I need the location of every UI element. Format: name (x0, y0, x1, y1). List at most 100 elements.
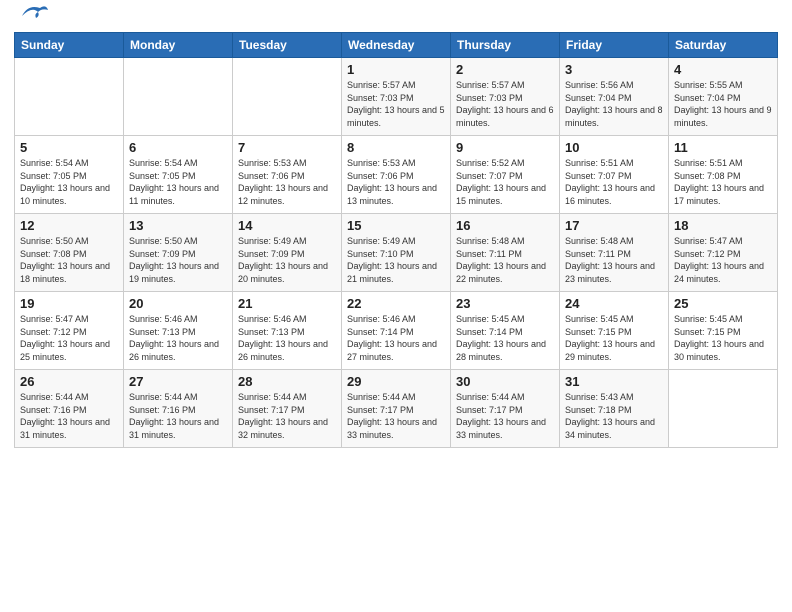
day-cell-7: 7 Sunrise: 5:53 AMSunset: 7:06 PMDaylight… (233, 136, 342, 214)
day-number: 21 (238, 296, 336, 311)
day-info: Sunrise: 5:47 AMSunset: 7:12 PMDaylight:… (674, 235, 772, 285)
day-info: Sunrise: 5:45 AMSunset: 7:15 PMDaylight:… (674, 313, 772, 363)
empty-cell (669, 370, 778, 448)
weekday-header-tuesday: Tuesday (233, 33, 342, 58)
day-cell-22: 22 Sunrise: 5:46 AMSunset: 7:14 PMDayligh… (342, 292, 451, 370)
day-info: Sunrise: 5:54 AMSunset: 7:05 PMDaylight:… (129, 157, 227, 207)
day-number: 17 (565, 218, 663, 233)
day-number: 27 (129, 374, 227, 389)
day-number: 31 (565, 374, 663, 389)
weekday-header-row: SundayMondayTuesdayWednesdayThursdayFrid… (15, 33, 778, 58)
day-info: Sunrise: 5:54 AMSunset: 7:05 PMDaylight:… (20, 157, 118, 207)
day-cell-13: 13 Sunrise: 5:50 AMSunset: 7:09 PMDayligh… (124, 214, 233, 292)
day-cell-31: 31 Sunrise: 5:43 AMSunset: 7:18 PMDayligh… (560, 370, 669, 448)
day-number: 16 (456, 218, 554, 233)
day-cell-18: 18Sunrise: 5:47 AMSunset: 7:12 PMDayligh… (669, 214, 778, 292)
day-cell-19: 19Sunrise: 5:47 AMSunset: 7:12 PMDayligh… (15, 292, 124, 370)
day-info: Sunrise: 5:43 AMSunset: 7:18 PMDaylight:… (565, 391, 663, 441)
day-info: Sunrise: 5:44 AMSunset: 7:16 PMDaylight:… (20, 391, 118, 441)
empty-cell (124, 58, 233, 136)
day-number: 3 (565, 62, 663, 77)
day-number: 29 (347, 374, 445, 389)
weekday-header-sunday: Sunday (15, 33, 124, 58)
day-cell-14: 14 Sunrise: 5:49 AMSunset: 7:09 PMDayligh… (233, 214, 342, 292)
day-number: 10 (565, 140, 663, 155)
day-cell-9: 9Sunrise: 5:52 AMSunset: 7:07 PMDaylight… (451, 136, 560, 214)
day-cell-15: 15 Sunrise: 5:49 AMSunset: 7:10 PMDayligh… (342, 214, 451, 292)
day-number: 22 (347, 296, 445, 311)
day-cell-29: 29 Sunrise: 5:44 AMSunset: 7:17 PMDayligh… (342, 370, 451, 448)
logo-bird-icon (18, 2, 50, 24)
weekday-header-monday: Monday (124, 33, 233, 58)
day-cell-28: 28 Sunrise: 5:44 AMSunset: 7:17 PMDayligh… (233, 370, 342, 448)
day-info: Sunrise: 5:51 AMSunset: 7:07 PMDaylight:… (565, 157, 663, 207)
day-cell-12: 12 Sunrise: 5:50 AMSunset: 7:08 PMDayligh… (15, 214, 124, 292)
day-number: 2 (456, 62, 554, 77)
day-info: Sunrise: 5:49 AMSunset: 7:09 PMDaylight:… (238, 235, 336, 285)
day-cell-16: 16 Sunrise: 5:48 AMSunset: 7:11 PMDayligh… (451, 214, 560, 292)
day-number: 5 (20, 140, 118, 155)
day-info: Sunrise: 5:45 AMSunset: 7:15 PMDaylight:… (565, 313, 663, 363)
day-info: Sunrise: 5:48 AMSunset: 7:11 PMDaylight:… (456, 235, 554, 285)
day-info: Sunrise: 5:56 AMSunset: 7:04 PMDaylight:… (565, 79, 663, 129)
header (14, 10, 778, 24)
day-info: Sunrise: 5:50 AMSunset: 7:09 PMDaylight:… (129, 235, 227, 285)
day-cell-26: 26 Sunrise: 5:44 AMSunset: 7:16 PMDayligh… (15, 370, 124, 448)
day-number: 8 (347, 140, 445, 155)
day-number: 4 (674, 62, 772, 77)
day-number: 15 (347, 218, 445, 233)
day-cell-8: 8 Sunrise: 5:53 AMSunset: 7:06 PMDaylight… (342, 136, 451, 214)
day-info: Sunrise: 5:46 AMSunset: 7:13 PMDaylight:… (129, 313, 227, 363)
day-cell-6: 6 Sunrise: 5:54 AMSunset: 7:05 PMDaylight… (124, 136, 233, 214)
logo (14, 10, 50, 24)
day-info: Sunrise: 5:44 AMSunset: 7:16 PMDaylight:… (129, 391, 227, 441)
empty-cell (15, 58, 124, 136)
day-number: 14 (238, 218, 336, 233)
day-info: Sunrise: 5:44 AMSunset: 7:17 PMDaylight:… (238, 391, 336, 441)
day-info: Sunrise: 5:53 AMSunset: 7:06 PMDaylight:… (238, 157, 336, 207)
day-info: Sunrise: 5:57 AMSunset: 7:03 PMDaylight:… (347, 79, 445, 129)
day-cell-30: 30Sunrise: 5:44 AMSunset: 7:17 PMDayligh… (451, 370, 560, 448)
empty-cell (233, 58, 342, 136)
day-number: 19 (20, 296, 118, 311)
day-cell-17: 17Sunrise: 5:48 AMSunset: 7:11 PMDayligh… (560, 214, 669, 292)
day-cell-10: 10 Sunrise: 5:51 AMSunset: 7:07 PMDayligh… (560, 136, 669, 214)
day-number: 13 (129, 218, 227, 233)
day-info: Sunrise: 5:45 AMSunset: 7:14 PMDaylight:… (456, 313, 554, 363)
weekday-header-saturday: Saturday (669, 33, 778, 58)
day-number: 28 (238, 374, 336, 389)
week-row-5: 26 Sunrise: 5:44 AMSunset: 7:16 PMDayligh… (15, 370, 778, 448)
day-number: 25 (674, 296, 772, 311)
day-info: Sunrise: 5:50 AMSunset: 7:08 PMDaylight:… (20, 235, 118, 285)
day-cell-23: 23 Sunrise: 5:45 AMSunset: 7:14 PMDayligh… (451, 292, 560, 370)
day-info: Sunrise: 5:52 AMSunset: 7:07 PMDaylight:… (456, 157, 554, 207)
day-info: Sunrise: 5:44 AMSunset: 7:17 PMDaylight:… (456, 391, 554, 441)
day-info: Sunrise: 5:49 AMSunset: 7:10 PMDaylight:… (347, 235, 445, 285)
day-number: 23 (456, 296, 554, 311)
day-info: Sunrise: 5:57 AMSunset: 7:03 PMDaylight:… (456, 79, 554, 129)
calendar-container: SundayMondayTuesdayWednesdayThursdayFrid… (0, 0, 792, 458)
day-cell-11: 11Sunrise: 5:51 AMSunset: 7:08 PMDayligh… (669, 136, 778, 214)
day-number: 1 (347, 62, 445, 77)
weekday-header-wednesday: Wednesday (342, 33, 451, 58)
day-info: Sunrise: 5:46 AMSunset: 7:14 PMDaylight:… (347, 313, 445, 363)
weekday-header-friday: Friday (560, 33, 669, 58)
day-number: 24 (565, 296, 663, 311)
day-cell-27: 27 Sunrise: 5:44 AMSunset: 7:16 PMDayligh… (124, 370, 233, 448)
day-number: 11 (674, 140, 772, 155)
calendar-table: SundayMondayTuesdayWednesdayThursdayFrid… (14, 32, 778, 448)
day-cell-1: 1 Sunrise: 5:57 AMSunset: 7:03 PMDaylight… (342, 58, 451, 136)
week-row-3: 12 Sunrise: 5:50 AMSunset: 7:08 PMDayligh… (15, 214, 778, 292)
weekday-header-thursday: Thursday (451, 33, 560, 58)
week-row-1: 1 Sunrise: 5:57 AMSunset: 7:03 PMDaylight… (15, 58, 778, 136)
day-cell-3: 3 Sunrise: 5:56 AMSunset: 7:04 PMDaylight… (560, 58, 669, 136)
day-info: Sunrise: 5:53 AMSunset: 7:06 PMDaylight:… (347, 157, 445, 207)
day-number: 7 (238, 140, 336, 155)
day-number: 12 (20, 218, 118, 233)
day-cell-21: 21Sunrise: 5:46 AMSunset: 7:13 PMDayligh… (233, 292, 342, 370)
day-info: Sunrise: 5:44 AMSunset: 7:17 PMDaylight:… (347, 391, 445, 441)
week-row-2: 5 Sunrise: 5:54 AMSunset: 7:05 PMDaylight… (15, 136, 778, 214)
day-number: 6 (129, 140, 227, 155)
day-number: 26 (20, 374, 118, 389)
day-number: 20 (129, 296, 227, 311)
